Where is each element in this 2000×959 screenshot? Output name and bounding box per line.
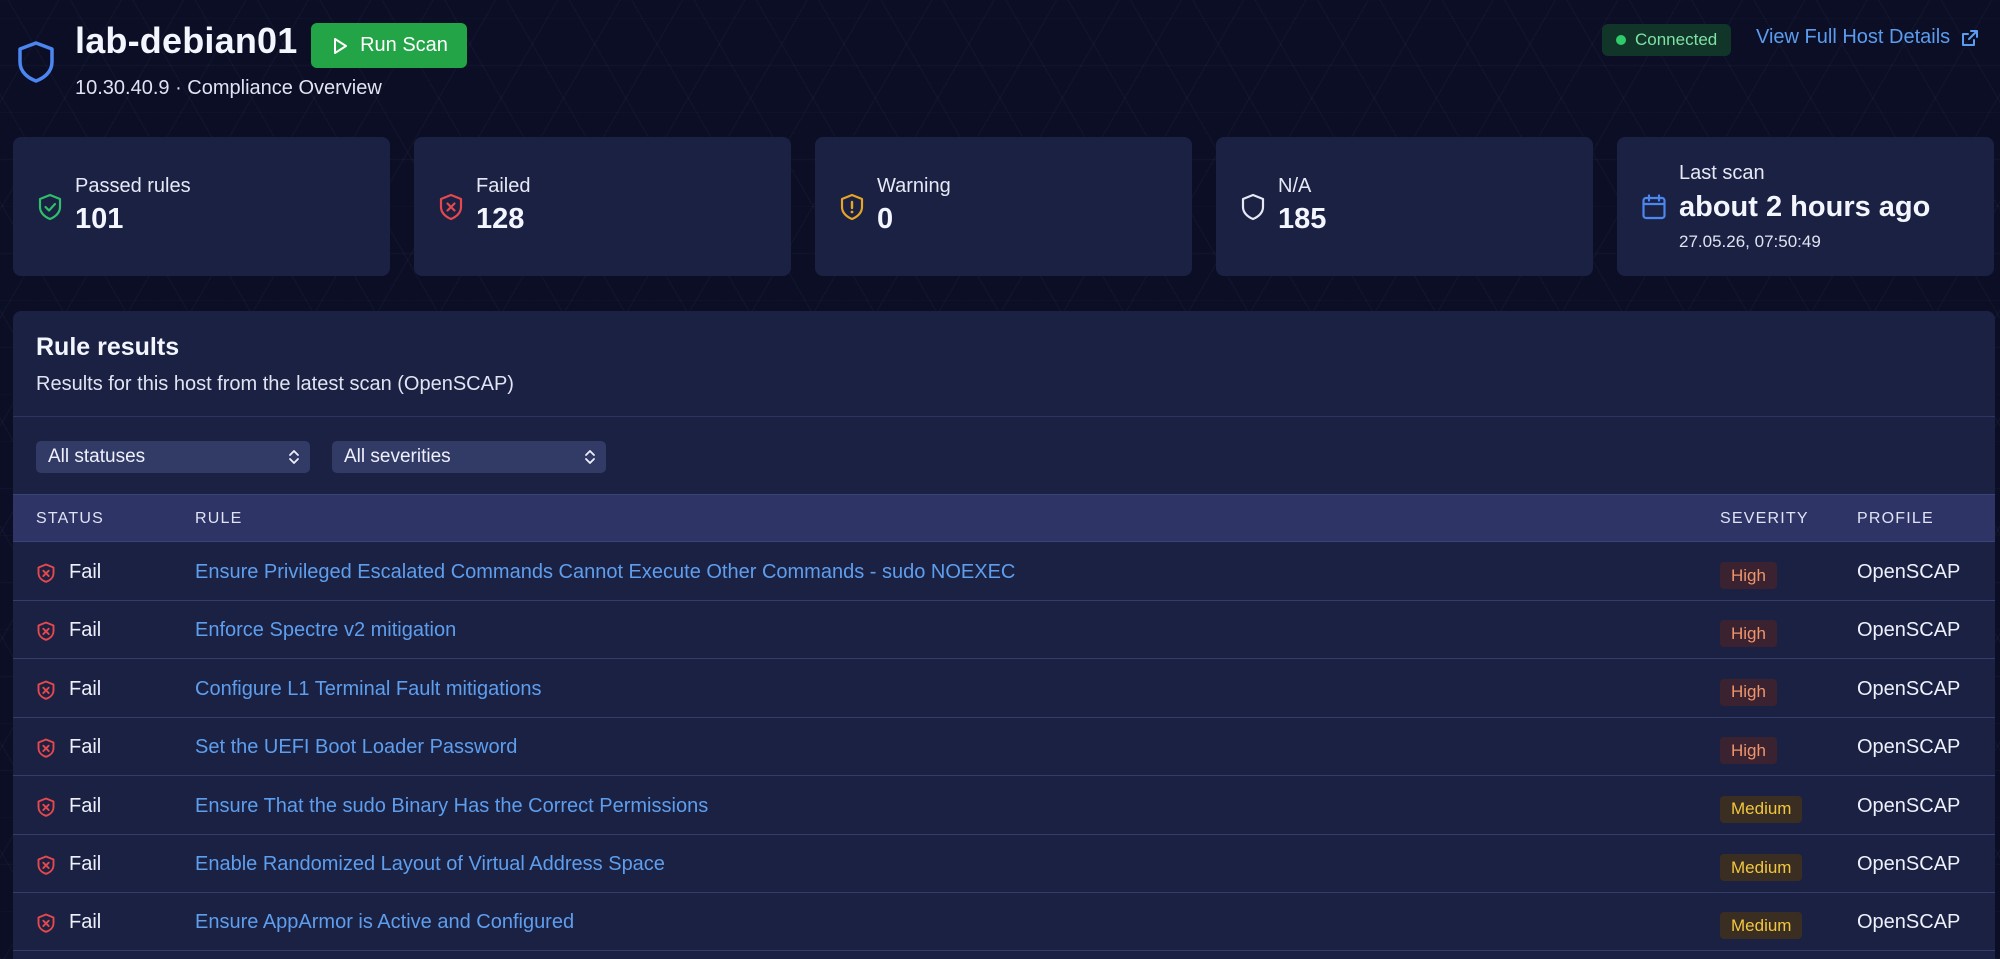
rule-link[interactable]: Configure L1 Terminal Fault mitigations: [195, 678, 541, 701]
severity-badge: High: [1720, 678, 1777, 706]
severity-badge: Medium: [1720, 795, 1803, 823]
play-icon: [334, 37, 348, 54]
stat-cards: Passed rules 101 Failed 128 Warning 0 N/…: [13, 137, 1995, 276]
warning-rules-card: Warning 0: [815, 137, 1192, 276]
profile-cell: OpenSCAP: [1857, 561, 1961, 583]
profile-cell: OpenSCAP: [1857, 853, 1961, 875]
profile-cell: OpenSCAP: [1857, 619, 1961, 642]
status-cell: Fail: [69, 911, 102, 934]
severity-badge: High: [1720, 562, 1777, 589]
status-cell: Fail: [69, 619, 102, 642]
profile-cell: OpenSCAP: [1857, 677, 1961, 700]
table-row[interactable]: Fail Configure L1 Terminal Fault mitigati…: [13, 660, 1995, 718]
stat-value: 185: [1278, 203, 1327, 235]
stat-label: Failed: [476, 175, 531, 197]
profile-cell: OpenSCAP: [1857, 736, 1961, 759]
connection-status-label: Connected: [1635, 30, 1718, 49]
fail-shield-icon: [36, 621, 56, 642]
column-header-profile[interactable]: PROFILE: [1857, 510, 1934, 528]
last-scan-timestamp: 27.05.26, 07:50:49: [1679, 232, 1821, 251]
status-cell: Fail: [69, 736, 102, 759]
rule-link[interactable]: Ensure That the sudo Binary Has the Corr…: [195, 795, 708, 818]
na-rules-card: N/A 185: [1216, 137, 1593, 276]
status-cell: Fail: [69, 853, 102, 875]
table-row[interactable]: Fail Ensure That the sudo Binary Has the …: [13, 777, 1995, 835]
rule-link[interactable]: Enable Randomized Layout of Virtual Addr…: [195, 853, 665, 876]
connection-status-badge: Connected: [1602, 24, 1732, 56]
severity-badge: Medium: [1720, 854, 1803, 881]
stat-value: 128: [476, 203, 525, 235]
panel-description: Results for this host from the latest sc…: [36, 373, 514, 395]
stat-label: Warning: [877, 175, 951, 197]
table-row[interactable]: Fail Enable Randomized Layout of Virtual …: [13, 835, 1995, 893]
table-header: STATUS RULE SEVERITY PROFILE: [13, 494, 1995, 542]
page-header: lab-debian01 Run Scan 10.30.40.9 · Compl…: [0, 0, 2000, 120]
table-row[interactable]: Fail Ensure AppArmor is Active and Config…: [13, 893, 1995, 952]
shield-x-icon: [438, 193, 464, 221]
severity-badge: Medium: [1720, 912, 1803, 940]
status-filter-select[interactable]: All statuses: [36, 441, 310, 473]
rule-results-panel: Rule results Results for this host from …: [13, 311, 1995, 959]
shield-icon: [16, 40, 56, 84]
rule-link[interactable]: Ensure Privileged Escalated Commands Can…: [195, 561, 1015, 584]
chevron-up-down-icon: [289, 450, 299, 464]
table-row[interactable]: Fail Ensure Privileged Escalated Commands…: [13, 543, 1995, 601]
shield-alert-icon: [839, 193, 865, 221]
column-header-status[interactable]: STATUS: [36, 510, 104, 528]
calendar-icon: [1641, 193, 1667, 221]
external-link-icon: [1962, 29, 1979, 46]
severity-filter-select[interactable]: All severities: [332, 441, 606, 473]
rule-link[interactable]: Set the UEFI Boot Loader Password: [195, 736, 517, 759]
stat-value: 101: [75, 203, 124, 235]
fail-shield-icon: [36, 738, 56, 758]
profile-cell: OpenSCAP: [1857, 911, 1961, 934]
last-scan-relative: about 2 hours ago: [1679, 191, 1931, 223]
host-title: lab-debian01: [75, 20, 298, 61]
last-scan-card: Last scan about 2 hours ago 27.05.26, 07…: [1617, 137, 1994, 276]
rule-link[interactable]: Ensure AppArmor is Active and Configured: [195, 911, 574, 934]
view-host-details-label: View Full Host Details: [1756, 26, 1951, 48]
shield-icon: [1240, 193, 1266, 221]
column-header-rule[interactable]: RULE: [195, 510, 242, 528]
table-row[interactable]: Fail Set the UEFI Boot Loader Password Hig…: [13, 718, 1995, 777]
fail-shield-icon: [36, 563, 56, 583]
status-cell: Fail: [69, 677, 102, 700]
fail-shield-icon: [36, 680, 56, 700]
fail-shield-icon: [36, 797, 56, 817]
view-host-details-link[interactable]: View Full Host Details: [1756, 26, 1980, 49]
divider: [13, 416, 1995, 417]
table-row[interactable]: Fail Enforce Spectre v2 mitigation High Ope…: [13, 601, 1995, 660]
stat-label: N/A: [1278, 175, 1312, 197]
status-cell: Fail: [69, 561, 102, 583]
run-scan-button[interactable]: Run Scan: [311, 23, 467, 68]
fail-shield-icon: [36, 913, 56, 934]
stat-value: 0: [877, 203, 894, 235]
passed-rules-card: Passed rules 101: [13, 137, 390, 276]
stat-label: Last scan: [1679, 162, 1765, 184]
status-dot-icon: [1616, 35, 1626, 45]
fail-shield-icon: [36, 855, 56, 875]
run-scan-label: Run Scan: [360, 34, 448, 56]
shield-check-icon: [37, 193, 63, 221]
chevron-up-down-icon: [585, 450, 595, 464]
rule-link[interactable]: Enforce Spectre v2 mitigation: [195, 619, 456, 642]
severity-badge: High: [1720, 737, 1777, 765]
status-cell: Fail: [69, 794, 102, 817]
severity-badge: High: [1720, 620, 1777, 648]
status-filter-value: All statuses: [48, 446, 146, 467]
stat-label: Passed rules: [75, 175, 191, 197]
panel-title: Rule results: [36, 333, 180, 361]
host-subtitle: 10.30.40.9 · Compliance Overview: [75, 77, 382, 99]
failed-rules-card: Failed 128: [414, 137, 791, 276]
column-header-severity[interactable]: SEVERITY: [1720, 510, 1809, 528]
severity-filter-value: All severities: [344, 446, 451, 467]
profile-cell: OpenSCAP: [1857, 794, 1961, 817]
